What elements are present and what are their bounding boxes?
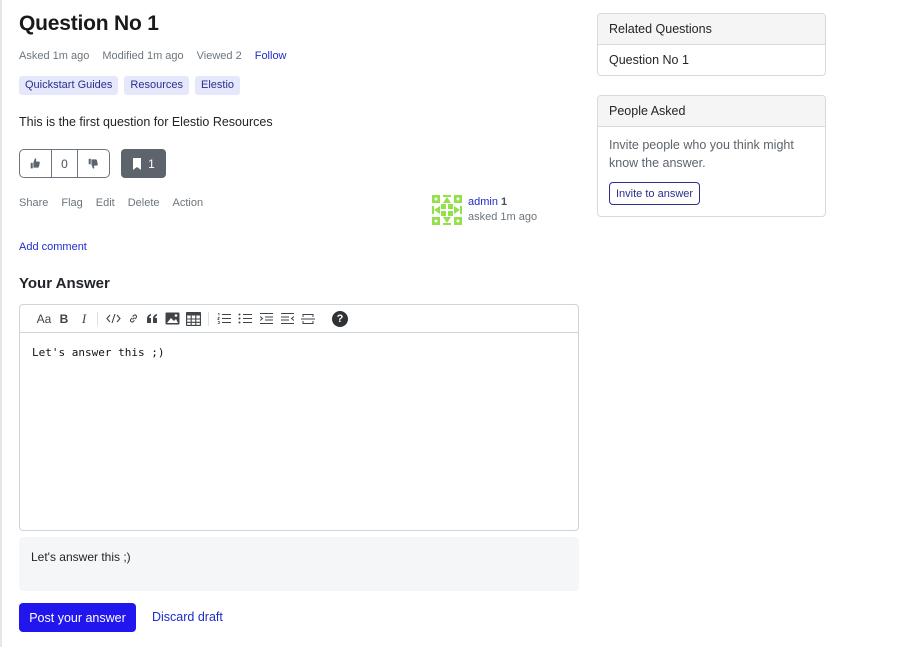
indent-icon <box>259 313 273 324</box>
link-icon <box>129 314 137 323</box>
vote-count: 0 <box>51 150 78 177</box>
discard-draft-link[interactable]: Discard draft <box>152 610 223 624</box>
ordered-list-icon <box>217 313 231 324</box>
people-asked-title: People Asked <box>598 96 825 127</box>
modified-time: Modified 1m ago <box>102 50 184 62</box>
bookmark-icon <box>133 157 142 170</box>
unordered-list-icon <box>238 313 252 324</box>
post-answer-button[interactable]: Post your answer <box>19 603 136 632</box>
bold-label: B <box>59 311 69 326</box>
italic-label: I <box>81 310 87 326</box>
author-info: admin 1 asked 1m ago <box>468 195 537 225</box>
flag-link[interactable]: Flag <box>61 197 82 209</box>
author-card: admin 1 asked 1m ago <box>432 195 537 225</box>
question-meta: Asked 1m ago Modified 1m ago Viewed 2 Fo… <box>19 50 287 62</box>
tag[interactable]: Quickstart Guides <box>19 76 119 95</box>
people-asked-description: Invite people who you think might know t… <box>609 138 794 170</box>
unordered-list-button[interactable] <box>236 308 254 330</box>
view-count: Viewed 2 <box>196 50 242 62</box>
related-questions-title: Related Questions <box>598 14 825 45</box>
tag-list: Quickstart Guides Resources Elestio <box>19 76 241 95</box>
heading-button[interactable]: Aa <box>35 308 53 330</box>
page-title: Question No 1 <box>19 12 159 35</box>
related-questions-card: Related Questions Question No 1 <box>597 13 826 76</box>
thumbs-up-icon <box>30 158 40 169</box>
invite-to-answer-button[interactable]: Invite to answer <box>609 182 701 205</box>
vote-group: 0 <box>19 149 110 178</box>
answer-textarea[interactable]: Let's answer this ;) <box>20 333 578 372</box>
tag[interactable]: Elestio <box>195 76 241 95</box>
answer-editor: Aa B I ? Let's answer this ;) <box>19 304 579 531</box>
people-asked-card: People Asked Invite people who you think… <box>597 95 826 217</box>
follow-link[interactable]: Follow <box>255 50 287 62</box>
tag[interactable]: Resources <box>124 76 189 95</box>
asked-time: Asked 1m ago <box>19 50 90 62</box>
image-button[interactable] <box>163 308 181 330</box>
question-body: This is the first question for Elestio R… <box>19 115 273 129</box>
answer-preview: Let's answer this ;) <box>19 537 579 591</box>
quote-icon <box>146 314 157 323</box>
quote-button[interactable] <box>144 308 160 330</box>
sidebar: Related Questions Question No 1 People A… <box>597 13 826 217</box>
outdent-icon <box>280 313 294 324</box>
question-actions: Share Flag Edit Delete Action <box>19 197 203 209</box>
avatar[interactable] <box>432 195 462 225</box>
heading-label: Aa <box>36 311 52 326</box>
editor-toolbar: Aa B I ? <box>20 305 578 333</box>
outdent-button[interactable] <box>278 308 296 330</box>
ordered-list-button[interactable] <box>215 308 233 330</box>
image-icon <box>165 312 179 325</box>
link-button[interactable] <box>125 308 141 330</box>
people-asked-body: Invite people who you think might know t… <box>598 127 825 216</box>
author-reputation: 1 <box>501 196 508 208</box>
horizontal-rule-button[interactable] <box>299 308 317 330</box>
toolbar-divider <box>97 311 98 326</box>
edit-link[interactable]: Edit <box>96 197 115 209</box>
add-comment-link[interactable]: Add comment <box>19 241 87 253</box>
downvote-button[interactable] <box>78 150 109 177</box>
table-icon <box>185 311 201 326</box>
answer-heading: Your Answer <box>19 275 110 292</box>
code-icon <box>105 313 121 324</box>
bookmark-count: 1 <box>148 156 155 171</box>
author-asked-time: asked 1m ago <box>468 211 538 223</box>
toolbar-divider <box>208 311 209 326</box>
related-question-item[interactable]: Question No 1 <box>598 45 825 75</box>
thumbs-down-icon <box>88 158 98 169</box>
code-button[interactable] <box>104 308 122 330</box>
horizontal-rule-icon <box>301 313 315 324</box>
help-button[interactable]: ? <box>331 308 349 330</box>
bold-button[interactable]: B <box>57 308 71 330</box>
delete-link[interactable]: Delete <box>128 197 160 209</box>
left-border <box>0 0 2 647</box>
help-icon: ? <box>332 310 348 327</box>
table-button[interactable] <box>184 308 202 330</box>
italic-button[interactable]: I <box>77 308 91 330</box>
upvote-button[interactable] <box>20 150 51 177</box>
indent-button[interactable] <box>257 308 275 330</box>
bookmark-button[interactable]: 1 <box>121 149 166 178</box>
action-link[interactable]: Action <box>173 197 204 209</box>
author-name[interactable]: admin <box>468 196 498 208</box>
share-link[interactable]: Share <box>19 197 48 209</box>
